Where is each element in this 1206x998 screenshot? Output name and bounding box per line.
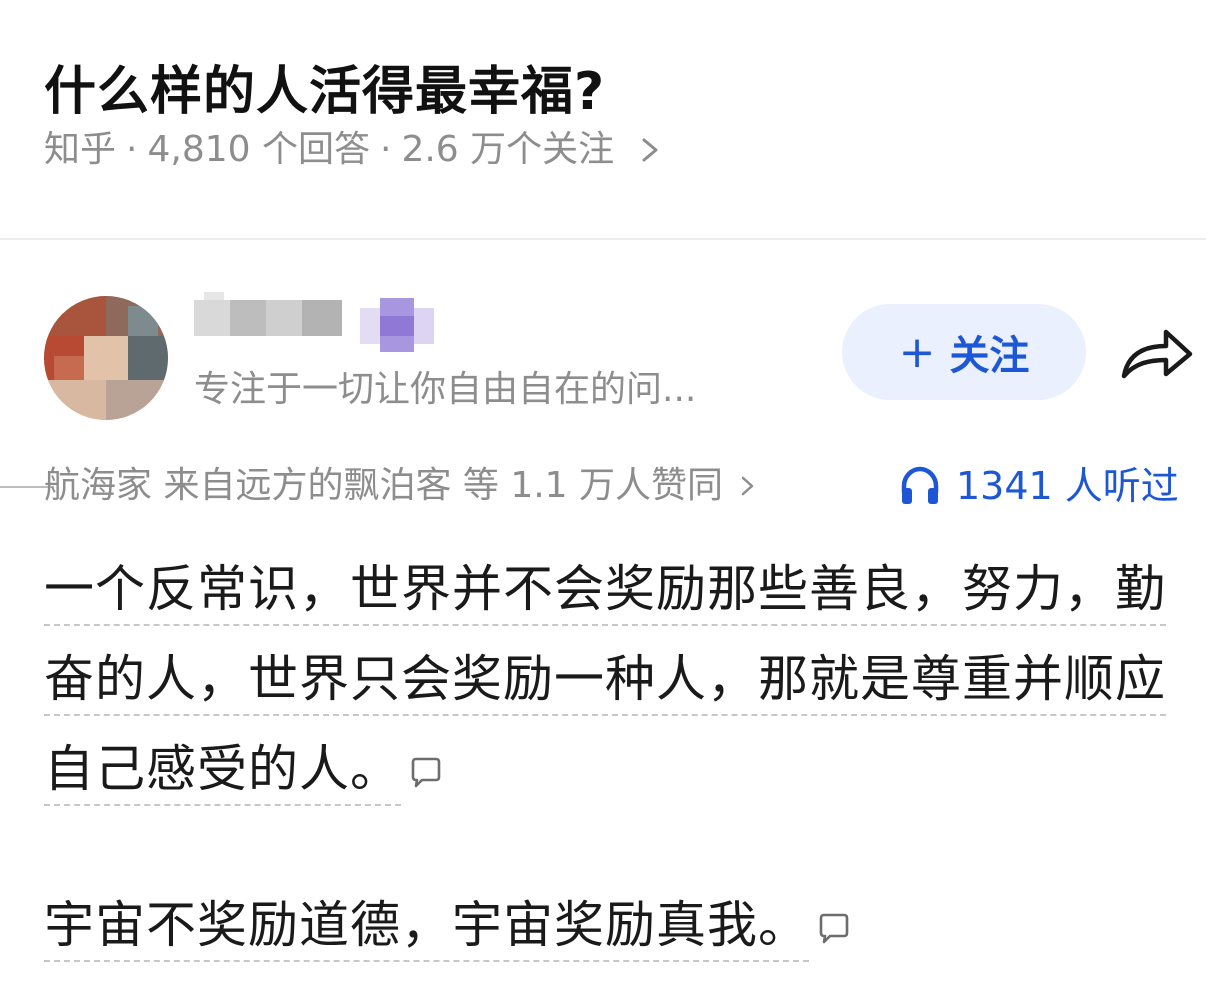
comment-icon[interactable] bbox=[817, 912, 851, 946]
plus-icon: + bbox=[898, 326, 936, 378]
chevron-right-icon bbox=[741, 476, 754, 496]
answer-paragraph-text: 宇宙不奖励道德，宇宙奖励真我。 bbox=[44, 896, 809, 962]
avatar[interactable] bbox=[44, 296, 168, 420]
listen-count: 1341 人听过 bbox=[956, 464, 1179, 508]
question-meta[interactable]: 知乎 · 4,810 个回答 · 2.6 万个关注 bbox=[44, 124, 668, 176]
share-icon[interactable] bbox=[1118, 320, 1196, 386]
question-title[interactable]: 什么样的人活得最幸福? bbox=[44, 57, 605, 127]
comment-icon[interactable] bbox=[409, 756, 443, 790]
follow-label: 关注 bbox=[949, 333, 1030, 379]
divider bbox=[0, 238, 1206, 240]
meta-separator: · bbox=[379, 129, 392, 170]
follow-button[interactable]: + 关注 bbox=[842, 304, 1086, 400]
follower-count: 2.6 万个关注 bbox=[401, 129, 615, 170]
author-name-redacted[interactable] bbox=[194, 292, 342, 344]
answer-count: 4,810 个回答 bbox=[147, 129, 370, 170]
answer-paragraph-text: 一个反常识，世界并不会奖励那些善良，努力，勤奋的人，世界只会奖励一种人，那就是尊… bbox=[44, 560, 1166, 806]
voters-line[interactable]: 航海家 来自远方的飘泊客 等 1.1 万人赞同 bbox=[44, 458, 759, 514]
headphone-icon bbox=[901, 466, 939, 504]
listen-button[interactable]: 1341 人听过 bbox=[898, 458, 1179, 514]
author-bio: 专注于一切让你自由自在的问... bbox=[194, 369, 697, 410]
answer-body: 一个反常识，世界并不会奖励那些善良，努力，勤奋的人，世界只会奖励一种人，那就是尊… bbox=[44, 544, 1194, 970]
chevron-right-icon bbox=[642, 138, 658, 162]
voters-text: 航海家 来自远方的飘泊客 等 1.1 万人赞同 bbox=[44, 465, 724, 506]
answer-paragraph: 一个反常识，世界并不会奖励那些善良，努力，勤奋的人，世界只会奖励一种人，那就是尊… bbox=[44, 544, 1194, 814]
meta-separator: · bbox=[126, 129, 138, 170]
source-label: 知乎 bbox=[44, 129, 117, 170]
author-badge-redacted bbox=[360, 298, 434, 352]
answer-paragraph: 宇宙不奖励道德，宇宙奖励真我。 bbox=[44, 880, 1194, 970]
